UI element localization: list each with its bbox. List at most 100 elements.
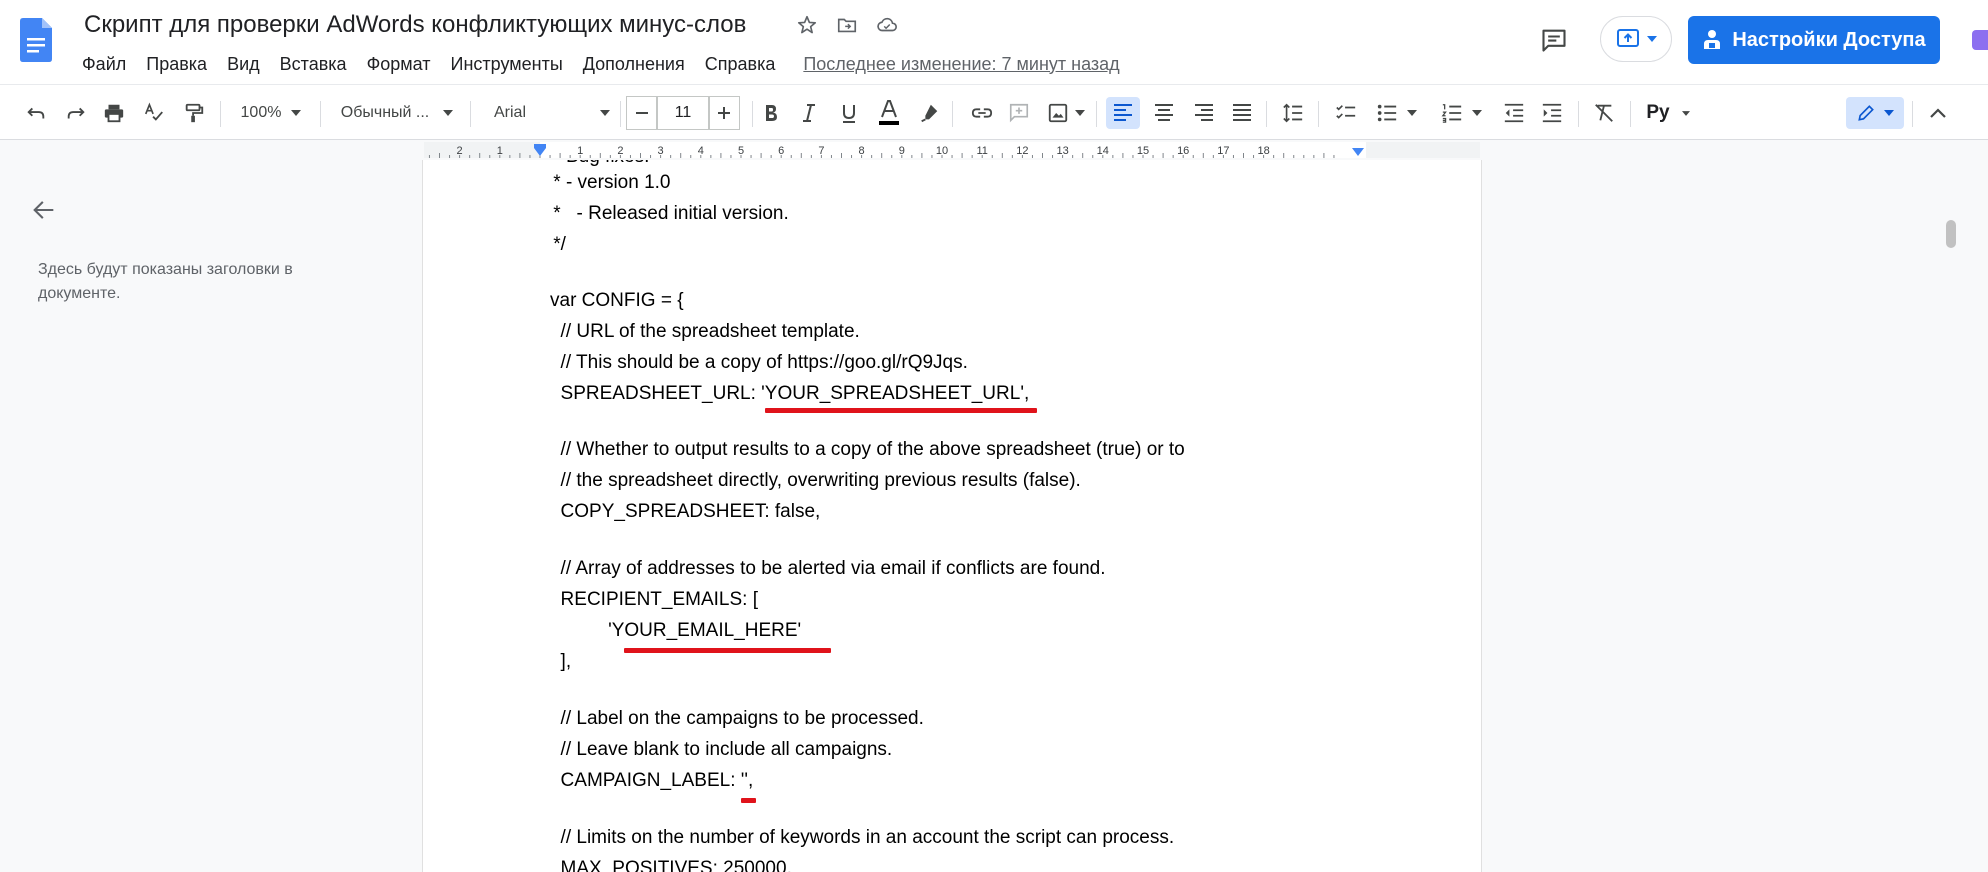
menu-view[interactable]: Вид xyxy=(217,50,270,78)
ruler-label: 14 xyxy=(1097,145,1109,157)
code-line: // This should be a copy of https://goo.… xyxy=(550,352,968,373)
ruler-label: 2 xyxy=(617,145,623,157)
ruler-label: 10 xyxy=(936,145,948,157)
input-tools-button[interactable]: Py xyxy=(1640,97,1696,129)
first-line-indent-marker[interactable] xyxy=(534,144,546,148)
justify-button[interactable] xyxy=(1226,97,1258,129)
header: Скрипт для проверки AdWords конфликтующи… xyxy=(0,0,1988,84)
toolbar-divider xyxy=(1630,101,1631,127)
clear-formatting-button[interactable] xyxy=(1588,97,1620,129)
code-line: * - Released initial version. xyxy=(548,203,789,224)
menu-addons[interactable]: Дополнения xyxy=(573,50,695,78)
decrease-indent-button[interactable] xyxy=(1498,97,1530,129)
toolbar-divider xyxy=(470,101,471,127)
toolbar-divider xyxy=(1578,101,1579,127)
ruler-label: 3 xyxy=(658,145,664,157)
italic-icon xyxy=(803,104,815,122)
underline-button[interactable] xyxy=(834,97,864,129)
editing-mode-button[interactable] xyxy=(1846,97,1904,129)
line-spacing-icon xyxy=(1283,103,1303,123)
google-docs-window: Скрипт для проверки AdWords конфликтующи… xyxy=(0,0,1988,872)
close-outline-icon[interactable] xyxy=(30,196,58,224)
code-line: // the spreadsheet directly, overwriting… xyxy=(550,470,1081,491)
menu-tools[interactable]: Инструменты xyxy=(441,50,573,78)
paragraph-style-select[interactable]: Обычный ... xyxy=(334,97,460,129)
code-line: MAX_POSITIVES: 250000, xyxy=(550,858,792,872)
align-left-button[interactable] xyxy=(1106,97,1140,129)
insert-image-button[interactable] xyxy=(1044,97,1088,129)
paint-format-button[interactable] xyxy=(178,97,210,129)
code-line: RECIPIENT_EMAILS: [ xyxy=(550,589,758,610)
menu-file[interactable]: Файл xyxy=(72,50,136,78)
toolbar-divider xyxy=(1318,101,1319,127)
paint-format-icon xyxy=(185,103,204,123)
increase-indent-icon xyxy=(1542,103,1562,123)
scrollbar-thumb[interactable] xyxy=(1946,220,1956,248)
vertical-scrollbar[interactable] xyxy=(1936,160,1956,872)
ruler-label: 11 xyxy=(976,145,987,157)
move-to-folder-icon[interactable] xyxy=(834,12,860,38)
ruler-label: 16 xyxy=(1177,145,1189,157)
ruler-label: 4 xyxy=(698,145,704,157)
minus-icon xyxy=(636,112,648,114)
italic-button[interactable] xyxy=(794,97,824,129)
checklist-button[interactable] xyxy=(1330,97,1362,129)
horizontal-ruler[interactable]: 2 1 1 2 3 4 5 6 7 8 9 10 11 12 13 14 15 16 17 18 xyxy=(424,142,1480,158)
menu-format[interactable]: Формат xyxy=(357,50,441,78)
chevron-down-icon xyxy=(600,110,610,116)
undo-icon xyxy=(27,107,45,119)
clear-formatting-icon xyxy=(1595,104,1613,122)
redo-button[interactable] xyxy=(60,97,92,129)
align-right-icon xyxy=(1195,104,1213,121)
chevron-down-icon xyxy=(1884,110,1894,116)
chevron-down-icon xyxy=(1472,110,1482,116)
menu-edit[interactable]: Правка xyxy=(136,50,217,78)
document-title[interactable]: Скрипт для проверки AdWords конфликтующи… xyxy=(84,10,746,40)
bold-icon xyxy=(766,105,777,121)
spellcheck-button[interactable] xyxy=(138,97,170,129)
hide-menus-button[interactable] xyxy=(1922,97,1954,129)
text-color-button[interactable] xyxy=(872,97,906,129)
annotation-underline xyxy=(624,648,831,653)
input-tools-label: Py xyxy=(1646,102,1670,123)
menu-insert[interactable]: Вставка xyxy=(270,50,357,78)
font-select[interactable]: Arial xyxy=(484,97,614,129)
side-panel-tab[interactable] xyxy=(1972,30,1988,50)
align-right-button[interactable] xyxy=(1188,97,1220,129)
cloud-saved-icon[interactable] xyxy=(874,12,900,38)
plus-icon xyxy=(718,107,730,119)
star-icon[interactable] xyxy=(794,12,820,38)
bold-button[interactable] xyxy=(756,97,786,129)
toolbar-divider xyxy=(620,101,621,127)
highlight-color-button[interactable] xyxy=(914,97,944,129)
decrease-font-size-button[interactable] xyxy=(626,96,658,130)
increase-font-size-button[interactable] xyxy=(708,96,740,130)
zoom-select[interactable]: 100% xyxy=(232,97,310,129)
code-line: 'YOUR_EMAIL_HERE' xyxy=(550,620,802,641)
add-comment-button[interactable] xyxy=(1004,97,1034,129)
comments-icon[interactable] xyxy=(1536,22,1572,58)
redo-icon xyxy=(67,107,85,119)
numbered-list-button[interactable] xyxy=(1436,97,1486,129)
align-center-button[interactable] xyxy=(1148,97,1180,129)
present-button[interactable] xyxy=(1600,16,1672,62)
code-line: CAMPAIGN_LABEL: '', xyxy=(550,770,754,791)
insert-link-button[interactable] xyxy=(966,97,998,129)
toolbar-divider xyxy=(1912,101,1913,127)
increase-indent-button[interactable] xyxy=(1536,97,1568,129)
document-page[interactable]: * Bug fixes: * - version 1.0 * - Release… xyxy=(422,160,1482,872)
link-icon xyxy=(971,108,993,118)
line-spacing-button[interactable] xyxy=(1276,97,1310,129)
code-line: // Array of addresses to be alerted via … xyxy=(550,558,1106,579)
undo-button[interactable] xyxy=(20,97,52,129)
menu-help[interactable]: Справка xyxy=(695,50,786,78)
share-button[interactable]: Настройки Доступа xyxy=(1688,16,1940,64)
print-button[interactable] xyxy=(98,97,130,129)
last-edit-link[interactable]: Последнее изменение: 7 минут назад xyxy=(803,54,1119,75)
docs-logo-icon[interactable] xyxy=(20,18,52,62)
font-size-input[interactable]: 11 xyxy=(656,96,710,130)
code-line: // Label on the campaigns to be processe… xyxy=(550,708,924,729)
bulleted-list-button[interactable] xyxy=(1372,97,1420,129)
justify-icon xyxy=(1233,104,1251,121)
chevron-down-icon xyxy=(1075,110,1085,116)
